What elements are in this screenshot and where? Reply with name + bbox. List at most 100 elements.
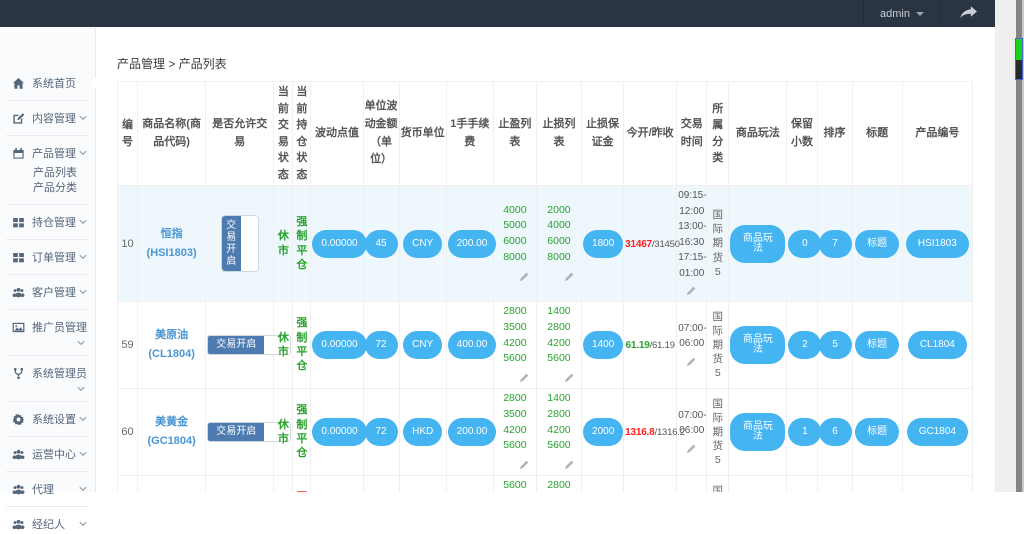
sidebar-item-客户管理[interactable]: 客户管理: [0, 282, 95, 302]
sidebar-divider: [6, 355, 89, 356]
open-close-values: 1316.8/1316.2: [625, 427, 685, 438]
sidebar-item-系统设置[interactable]: 系统设置: [0, 409, 95, 429]
sort-pill-button[interactable]: 7: [818, 229, 852, 258]
decimals-pill-button[interactable]: 0: [788, 229, 822, 258]
trade_time-cell: 07:00- 06:00: [676, 301, 708, 389]
sidebar-item-代理[interactable]: 代理: [0, 479, 95, 499]
sidebar-item-label: 客户管理: [32, 287, 76, 299]
sidebar-item-运营中心[interactable]: 运营中心: [0, 444, 95, 464]
sort-cell: 5: [816, 301, 853, 389]
stop_loss-cell: 2800 5600 8400 11200: [535, 475, 583, 492]
edit-pencil-icon-stop_loss[interactable]: [564, 372, 575, 383]
unit_amount-pill-button[interactable]: 72: [364, 418, 398, 446]
fee-cell: 268.00: [445, 475, 494, 492]
edit-pencil-icon-trade_time[interactable]: [686, 356, 697, 367]
edit-pencil-icon-trade_time[interactable]: [686, 285, 697, 296]
trade-time-values: 07:00- 06:00: [678, 409, 707, 437]
take_profit-cell: 4000 5000 6000 8000: [492, 185, 537, 302]
column-header-fee: 1手手续费: [445, 81, 494, 186]
product_code-pill-button[interactable]: CL1804: [907, 331, 967, 359]
product-row: 62美白银 (SI1805)交易开启正 常正 常 持 仓0.00000175CN…: [116, 475, 974, 492]
title-pill-button[interactable]: 标题: [855, 331, 900, 359]
unit_amount-pill-button[interactable]: 72: [364, 331, 398, 359]
edit-pencil-icon-take_profit[interactable]: [519, 271, 530, 282]
sidebar-item-经纪人[interactable]: 经纪人: [0, 514, 95, 534]
sort-pill-button[interactable]: 6: [818, 418, 852, 446]
column-header-id: 编 号: [116, 81, 139, 186]
sidebar-divider: [6, 506, 89, 507]
sidebar-item-系统管理员[interactable]: 系统管理员: [0, 363, 95, 394]
toggle-on-label: 交 易 开 启: [221, 216, 241, 271]
play-pill-button[interactable]: 商品玩法: [730, 224, 786, 263]
trade_time-cell: 09:15- 12:00 13:00- 16:30 17:15- 01:00: [676, 185, 708, 302]
sort-pill-button[interactable]: 5: [818, 331, 852, 359]
right-gutter: [995, 0, 1016, 492]
sidebar-divider: [6, 401, 89, 402]
name-cell: 美白银 (SI1805): [137, 475, 207, 492]
edit-pencil-icon-stop_loss[interactable]: [564, 271, 575, 282]
fee-pill-button[interactable]: 200.00: [447, 229, 497, 258]
play-pill-button[interactable]: 商品玩法: [730, 326, 786, 364]
point_value-cell: 0.00000: [310, 185, 367, 302]
title-pill-button[interactable]: 标题: [855, 418, 900, 446]
edit-pencil-icon-trade_time[interactable]: [686, 443, 697, 454]
decimals-pill-button[interactable]: 1: [788, 418, 822, 446]
product_code-pill-button[interactable]: GC1804: [906, 418, 968, 446]
fee-pill-button[interactable]: 400.00: [447, 331, 497, 359]
currency-pill-button[interactable]: HKD: [403, 418, 443, 446]
point_value-pill-button[interactable]: 0.00000: [312, 331, 367, 359]
container: [678, 443, 705, 457]
unit_amount-pill-button[interactable]: 45: [364, 229, 398, 258]
admin-menu[interactable]: admin: [863, 0, 941, 27]
product-name-link[interactable]: 美原油 (CL1804): [148, 329, 194, 360]
currency-pill-button[interactable]: CNY: [403, 229, 443, 258]
product-name-link[interactable]: 恒指 (HSI1803): [147, 228, 197, 259]
product_code-pill-button[interactable]: HSI1803: [905, 229, 969, 258]
sidebar-item-订单管理[interactable]: 订单管理: [0, 247, 95, 267]
open-value: 31467: [625, 238, 652, 250]
sidebar-item-持仓管理[interactable]: 持仓管理: [0, 212, 95, 232]
scrollbar-thumb[interactable]: [1015, 38, 1023, 80]
trade_status-text: 休 市: [277, 418, 289, 445]
fee-pill-button[interactable]: 200.00: [447, 418, 497, 446]
sidebar-subitem-产品分类[interactable]: 产品分类: [33, 181, 95, 196]
sidebar-item-推广员管理[interactable]: 推广员管理: [0, 317, 95, 348]
open_close-cell: 16.385/16.395: [623, 475, 678, 492]
decimals-pill-button[interactable]: 2: [788, 331, 822, 359]
id-cell: 60: [116, 388, 139, 476]
play-pill-button[interactable]: 商品玩法: [730, 413, 786, 451]
trade-allowed-toggle[interactable]: 交 易 开 启: [220, 215, 259, 272]
toggle-cell: 交易开启: [205, 388, 292, 476]
trade_time-cell: 07:00- 06:00: [676, 388, 708, 476]
active-item-notch: [89, 77, 96, 89]
position_status-text: 强 制 平 仓: [296, 317, 308, 373]
title-pill-button[interactable]: 标题: [855, 229, 900, 258]
sidebar-item-内容管理[interactable]: 内容管理: [0, 108, 95, 128]
point_value-pill-button[interactable]: 0.00000: [312, 229, 367, 258]
logout-button[interactable]: [941, 0, 995, 27]
currency-pill-button[interactable]: CNY: [403, 331, 443, 359]
edit-pencil-icon-take_profit[interactable]: [519, 459, 530, 470]
column-header-decimals: 保留小数: [786, 81, 818, 186]
point_value-pill-button[interactable]: 0.00000: [312, 418, 367, 446]
fork-icon: [12, 366, 26, 380]
currency-cell: HKD: [398, 388, 447, 476]
sl_margin-pill-button[interactable]: 1400: [583, 331, 624, 359]
sidebar-item-label: 代理: [32, 484, 54, 496]
id-cell: 59: [116, 301, 139, 389]
column-header-trade_time: 交易时间: [676, 81, 708, 186]
sidebar-item-系统首页[interactable]: 系统首页: [0, 73, 96, 93]
edit-pencil-icon-take_profit[interactable]: [519, 372, 530, 383]
sl_margin-pill-button[interactable]: 1800: [583, 229, 624, 258]
sidebar-item-label: 系统设置: [32, 414, 76, 426]
sidebar-item-产品管理[interactable]: 产品管理: [0, 143, 95, 163]
column-header-stop_loss: 止损列表: [535, 81, 583, 186]
play-cell: 商品玩法: [728, 301, 788, 389]
sl_margin-pill-button[interactable]: 2000: [583, 418, 624, 446]
container: [678, 285, 705, 299]
sidebar-subitem-产品列表[interactable]: 产品列表: [33, 166, 95, 181]
product-name-link[interactable]: 美黄金 (GC1804): [147, 416, 195, 447]
edit-pencil-icon-stop_loss[interactable]: [564, 459, 575, 470]
sidebar-item-label: 系统管理员: [32, 368, 87, 380]
users-icon: [12, 285, 26, 299]
